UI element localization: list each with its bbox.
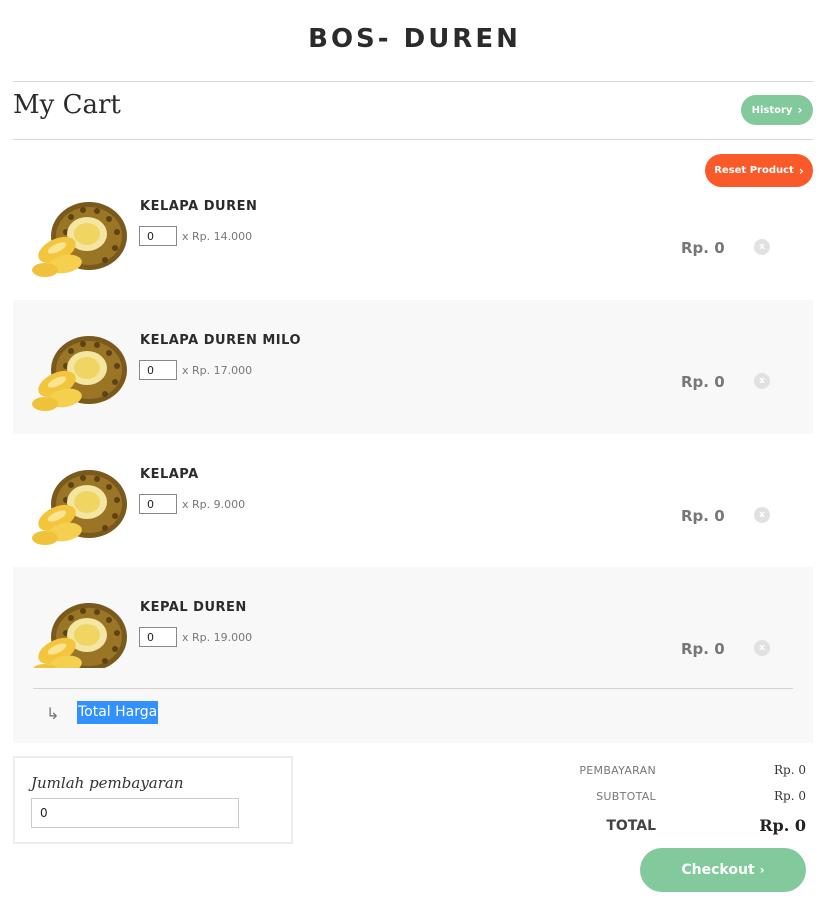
durian-image [32,336,127,411]
payment-label: Jumlah pembayaran [31,774,184,792]
product-name: KEPAL DUREN [140,600,247,615]
payment-amount-input[interactable] [31,798,239,828]
page-title: My Cart [13,90,121,120]
total-harga-row: ↳ Total Harga [13,668,813,743]
brand-title: BOS- DUREN [308,24,521,54]
chevron-right-icon: › [759,863,765,877]
unit-price: x Rp. 17.000 [182,364,253,377]
remove-item-button[interactable]: x [754,239,770,255]
item-total: Rp. 0 [681,373,725,391]
divider [33,688,793,689]
unit-price: x Rp. 19.000 [182,631,253,644]
divider [13,139,813,140]
remove-item-button[interactable]: x [754,507,770,523]
unit-price: x Rp. 9.000 [182,498,246,511]
payment-box: Jumlah pembayaran [13,756,293,844]
total-harga-label: Total Harga [77,701,159,724]
close-icon: x [759,643,765,653]
close-icon: x [759,242,765,252]
divider [13,81,813,82]
quantity-input[interactable] [139,494,177,514]
product-name: KELAPA DUREN [140,199,258,214]
subtotal-value: Rp. 0 [774,789,806,803]
item-total: Rp. 0 [681,507,725,525]
subtotal-label: SUBTOTAL [596,790,656,803]
quantity-input[interactable] [139,360,177,380]
checkout-button[interactable]: Checkout › [640,848,806,892]
quantity-input[interactable] [139,226,177,246]
remove-item-button[interactable]: x [754,373,770,389]
durian-image [32,202,127,277]
unit-price: x Rp. 14.000 [182,230,253,243]
product-name: KELAPA DUREN MILO [140,333,302,348]
checkout-label: Checkout [681,862,755,878]
history-button[interactable]: History › [741,95,813,125]
cart-item: KELAPA x Rp. 9.000 Rp. 0 x [13,434,813,568]
total-label: TOTAL [606,818,656,834]
cart-item: KELAPA DUREN x Rp. 14.000 Rp. 0 x [13,166,813,300]
product-name: KELAPA [140,467,199,482]
chevron-right-icon: › [797,103,803,117]
item-total: Rp. 0 [681,239,725,257]
remove-item-button[interactable]: x [754,640,770,656]
item-total: Rp. 0 [681,640,725,658]
quantity-input[interactable] [139,627,177,647]
close-icon: x [759,510,765,520]
arrow-icon: ↳ [46,704,60,723]
pembayaran-label: PEMBAYARAN [579,764,656,777]
pembayaran-value: Rp. 0 [774,763,806,777]
total-value: Rp. 0 [759,816,806,835]
close-icon: x [759,376,765,386]
cart-item: KELAPA DUREN MILO x Rp. 17.000 Rp. 0 x [13,300,813,434]
durian-image [32,470,127,545]
history-label: History [751,104,793,116]
